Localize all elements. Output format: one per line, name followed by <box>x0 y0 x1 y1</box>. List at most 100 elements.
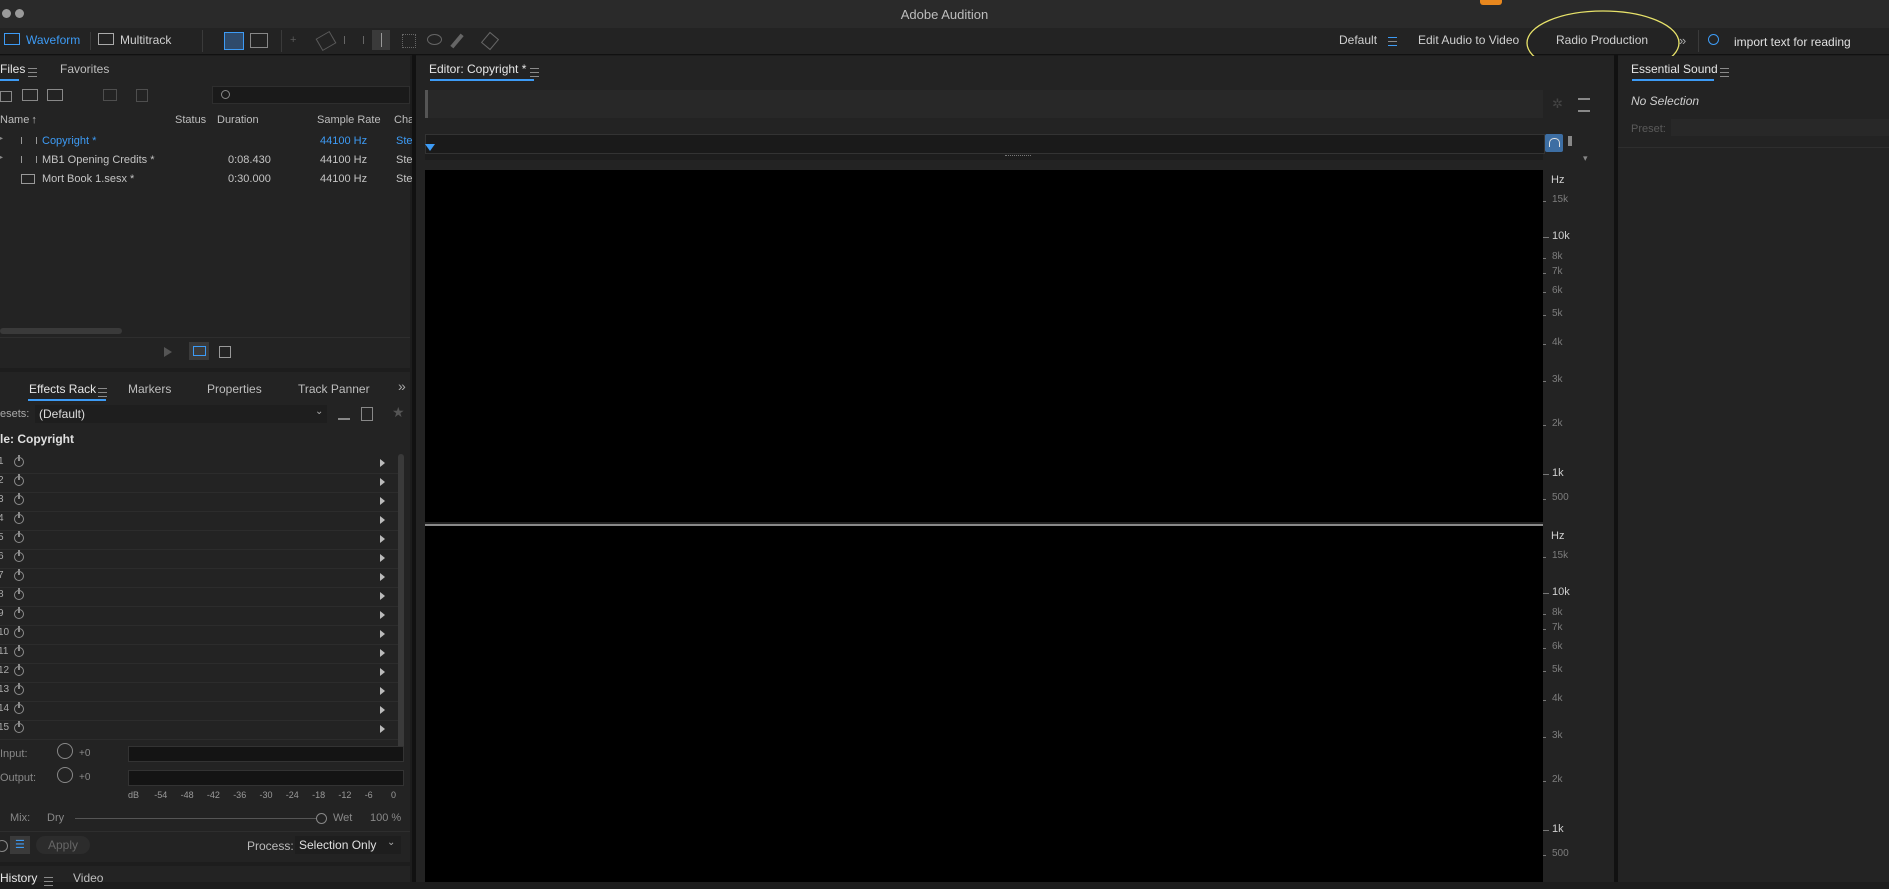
timeline-ruler[interactable] <box>425 134 1545 154</box>
expand-arrow-icon[interactable] <box>380 516 385 524</box>
razor-tool-icon[interactable] <box>315 30 337 52</box>
expand-arrow-icon[interactable] <box>380 687 385 695</box>
lasso-tool-icon[interactable] <box>427 34 442 45</box>
effect-slot[interactable]: 9 <box>0 606 398 626</box>
rack-power-icon[interactable] <box>0 840 8 852</box>
overview-bar[interactable] <box>425 90 1543 118</box>
move-tool-icon[interactable]: + <box>290 35 306 46</box>
power-icon[interactable] <box>14 607 24 619</box>
effects-panel-menu-icon[interactable] <box>98 386 107 400</box>
slip-tool-icon[interactable] <box>344 36 364 44</box>
power-icon[interactable] <box>14 626 24 638</box>
tab-effects-rack[interactable]: Effects Rack <box>29 382 96 396</box>
save-preset-icon[interactable] <box>338 408 350 420</box>
power-icon[interactable] <box>14 569 24 581</box>
effect-slot[interactable]: 5 <box>0 530 398 550</box>
expand-arrow-icon[interactable] <box>380 668 385 676</box>
tab-files[interactable]: Files <box>0 62 25 76</box>
expand-arrow-icon[interactable] <box>380 497 385 505</box>
power-icon[interactable] <box>14 645 24 657</box>
expand-arrow-icon[interactable] <box>380 535 385 543</box>
power-icon[interactable] <box>14 683 24 695</box>
effects-list-scrollbar[interactable] <box>398 454 404 750</box>
mix-slider-track[interactable] <box>75 818 325 819</box>
brush-tool-icon[interactable] <box>450 33 464 49</box>
power-icon[interactable] <box>14 455 24 467</box>
workspace-default[interactable]: Default <box>1339 31 1377 50</box>
history-panel-menu-icon[interactable] <box>44 875 53 889</box>
essential-sound-menu-icon[interactable] <box>1720 66 1729 80</box>
tab-favorites[interactable]: Favorites <box>60 62 109 76</box>
mix-slider-handle[interactable] <box>316 813 327 824</box>
expand-arrow-icon[interactable] <box>380 459 385 467</box>
power-icon[interactable] <box>14 550 24 562</box>
column-duration[interactable]: Duration <box>217 111 259 129</box>
power-icon[interactable] <box>14 493 24 505</box>
effect-slot[interactable]: 4 <box>0 511 398 531</box>
effect-slot[interactable]: 11 <box>0 644 398 664</box>
preset-dropdown[interactable] <box>1671 119 1889 136</box>
workspace-edit-audio-to-video[interactable]: Edit Audio to Video <box>1418 31 1519 50</box>
loop-playback-button[interactable] <box>189 342 209 360</box>
workspace-overflow-icon[interactable]: » <box>1679 31 1686 50</box>
apply-button[interactable]: Apply <box>36 836 90 854</box>
expand-arrow-icon[interactable] <box>380 592 385 600</box>
expand-arrow-icon[interactable] <box>380 649 385 657</box>
panel-options-icon[interactable] <box>1578 98 1590 112</box>
expand-arrow-icon[interactable] <box>380 554 385 562</box>
tab-markers[interactable]: Markers <box>128 382 171 396</box>
spectral-display-channel-2[interactable] <box>425 526 1543 882</box>
power-icon[interactable] <box>14 474 24 486</box>
effect-slot[interactable]: 14 <box>0 701 398 721</box>
expand-arrow-icon[interactable] <box>380 478 385 486</box>
spectral-display-channel-1[interactable] <box>425 170 1543 522</box>
table-row[interactable]: Mort Book 1.sesx * 0:30.000 44100 Hz Ste <box>0 170 413 188</box>
table-row[interactable]: ▸ Copyright * 44100 Hz Ste <box>0 132 413 150</box>
tab-history[interactable]: History <box>0 871 37 885</box>
power-icon[interactable] <box>14 588 24 600</box>
multitrack-view-button[interactable]: Multitrack <box>98 31 171 50</box>
effect-slot[interactable]: 1 <box>0 454 398 474</box>
playhead-icon[interactable] <box>425 144 435 151</box>
process-dropdown[interactable]: Selection Only ⌄ <box>295 836 401 854</box>
effect-slot[interactable]: 2 <box>0 473 398 493</box>
files-panel-menu-icon[interactable] <box>28 66 37 80</box>
column-name[interactable]: Name ↑ <box>0 111 37 129</box>
delete-preset-icon[interactable] <box>361 407 373 421</box>
marker-pin-icon[interactable] <box>1568 136 1572 146</box>
effect-slot[interactable]: 7 <box>0 568 398 588</box>
amplitude-menu-icon[interactable]: ▾ <box>1583 153 1588 164</box>
tab-video[interactable]: Video <box>73 871 103 885</box>
power-icon[interactable] <box>14 702 24 714</box>
effects-list-view-button[interactable]: ☰ <box>10 836 30 854</box>
effect-slot[interactable]: 13 <box>0 682 398 702</box>
files-horizontal-scrollbar[interactable] <box>0 328 122 334</box>
effect-slot[interactable]: 10 <box>0 625 398 645</box>
show-waveform-icon[interactable] <box>224 32 244 50</box>
table-row[interactable]: ▸ MB1 Opening Credits * 0:08.430 44100 H… <box>0 151 413 169</box>
output-gain-knob[interactable] <box>57 767 73 783</box>
zoom-navigator-icon[interactable]: ✲ <box>1552 96 1568 111</box>
search-help-input[interactable]: import text for reading <box>1734 33 1851 52</box>
auto-play-icon[interactable] <box>219 346 231 358</box>
marquee-tool-icon[interactable] <box>402 34 416 48</box>
power-icon[interactable] <box>14 721 24 733</box>
column-status[interactable]: Status <box>175 111 206 129</box>
expand-arrow-icon[interactable] <box>380 573 385 581</box>
expand-arrow-icon[interactable] <box>380 725 385 733</box>
power-icon[interactable] <box>14 512 24 524</box>
play-icon[interactable] <box>164 347 172 357</box>
column-sample-rate[interactable]: Sample Rate <box>317 111 381 129</box>
input-gain-knob[interactable] <box>57 743 73 759</box>
effect-slot[interactable]: 15 <box>0 720 398 740</box>
waveform-view-button[interactable]: Waveform <box>4 31 80 50</box>
effect-slot[interactable]: 8 <box>0 587 398 607</box>
overview-handle[interactable] <box>425 90 428 118</box>
workspace-menu-icon[interactable] <box>1388 35 1397 49</box>
power-icon[interactable] <box>14 531 24 543</box>
panel-overflow-icon[interactable]: » <box>398 378 406 394</box>
presets-dropdown[interactable]: (Default) ⌄ <box>35 405 327 423</box>
expand-arrow-icon[interactable] <box>380 706 385 714</box>
spot-healing-tool-icon[interactable] <box>480 31 500 51</box>
editor-menu-icon[interactable] <box>530 66 539 80</box>
